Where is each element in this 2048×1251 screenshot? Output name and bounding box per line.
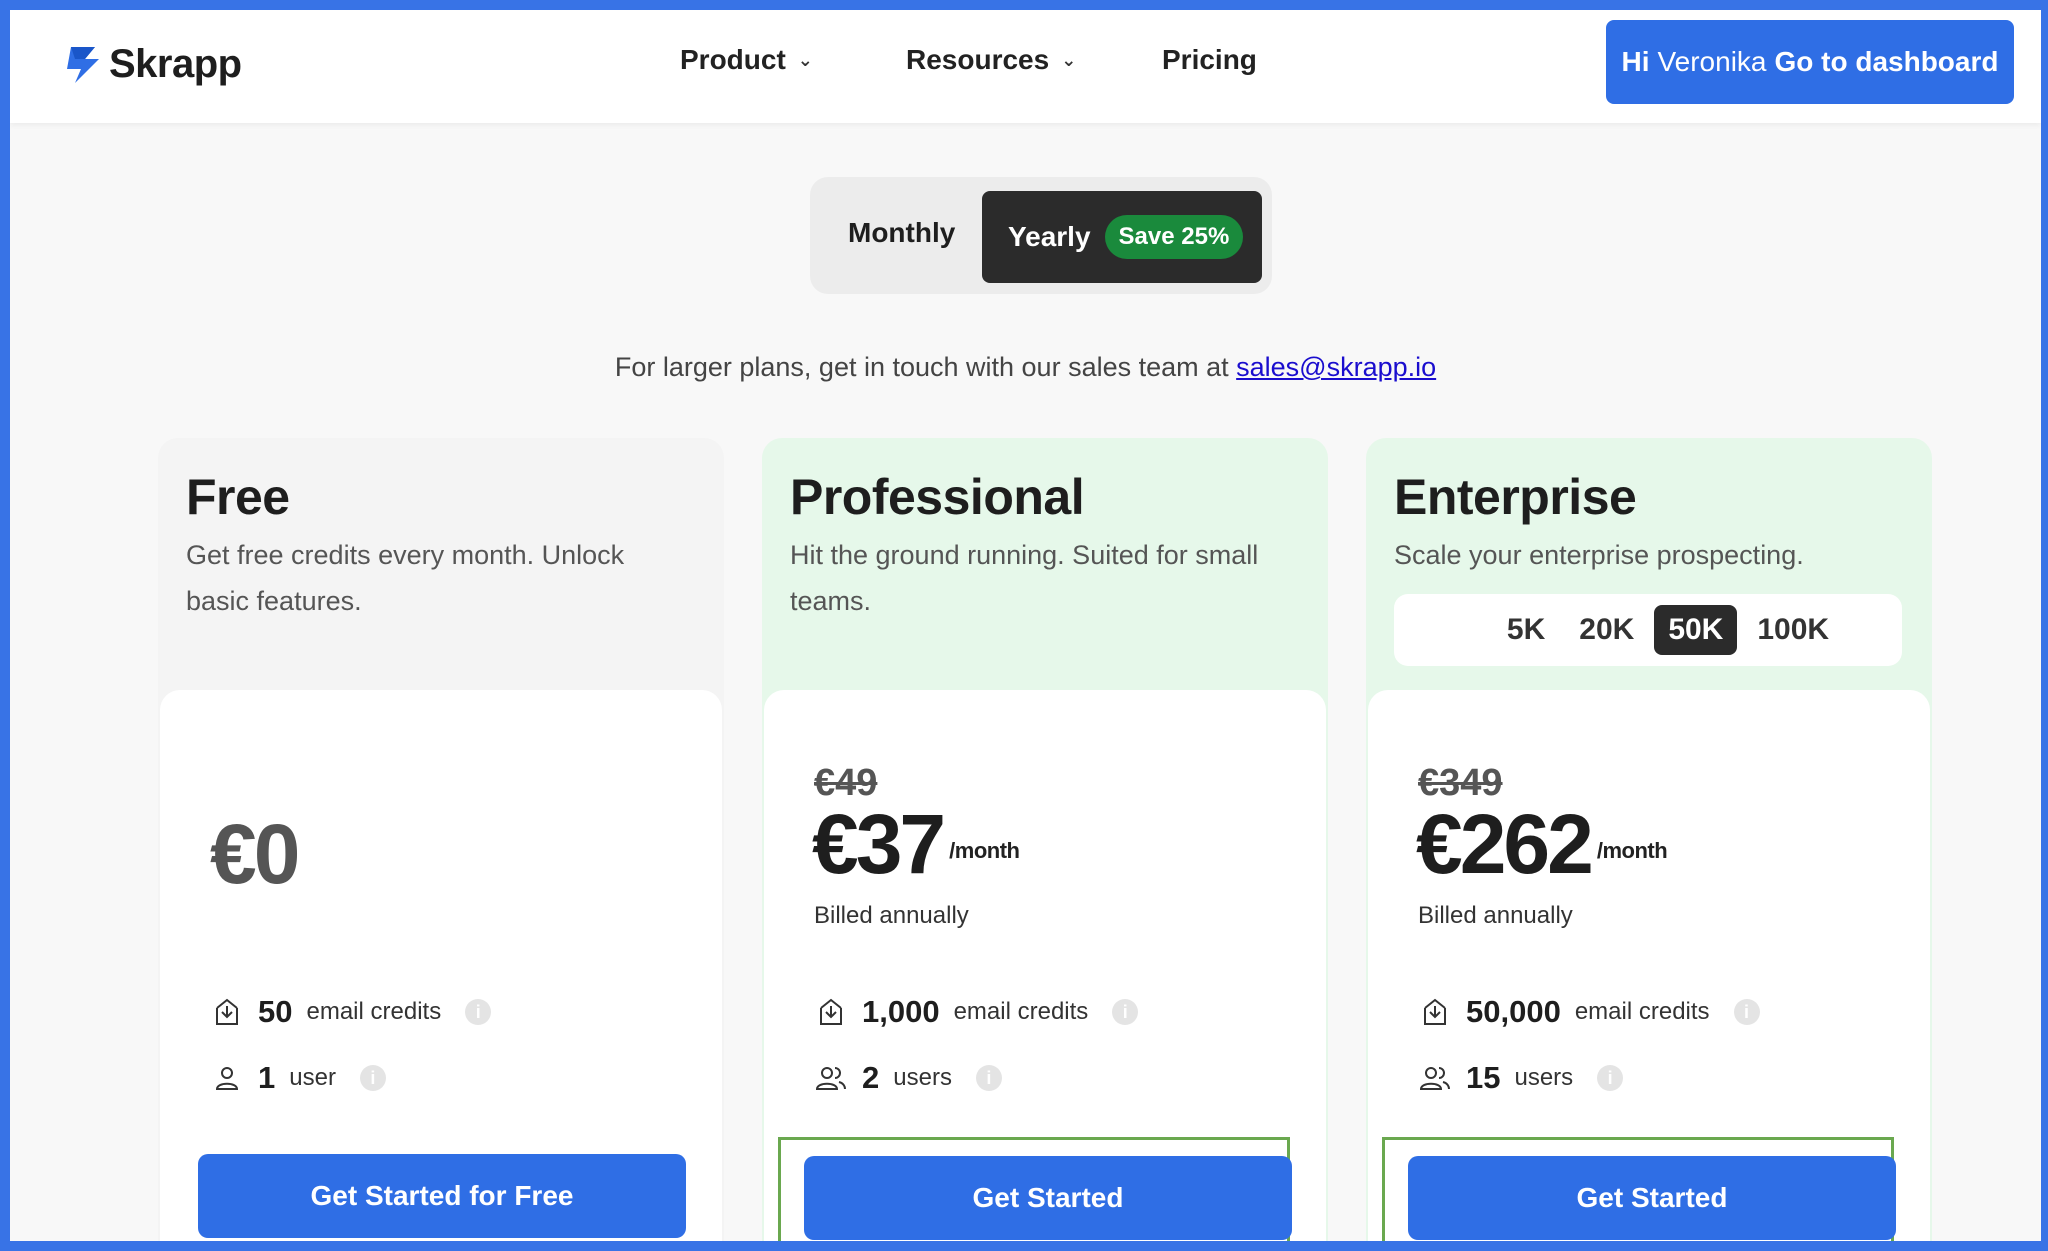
feature-users: 2 users i [814,1060,1002,1096]
skrapp-logo-icon [67,46,99,83]
credits-label: email credits [1574,998,1710,1025]
plan-card-enterprise: Enterprise Scale your enterprise prospec… [1366,438,1932,1241]
users-count: 1 [258,1060,276,1095]
go-to-dashboard-button[interactable]: Hi Veronika Go to dashboard [1606,20,2014,104]
feature-users: 15 users i [1418,1060,1624,1096]
credits-count: 1,000 [862,994,940,1029]
plan-description: Hit the ground running. Suited for small… [790,540,1259,616]
chevron-down-icon: ⌄ [797,49,813,70]
volume-option-50k[interactable]: 50K [1654,605,1738,655]
plan-details-panel: €0 50 email credits i 1 user i Get Start… [160,690,722,1241]
credits-count: 50 [258,994,293,1029]
toggle-monthly[interactable]: Monthly [848,217,955,249]
plan-price: €0 [210,807,300,901]
plan-details-panel: €349 €262 /month Billed annually 50,000 … [1368,690,1930,1241]
download-inbox-icon [210,995,244,1029]
plan-title: Enterprise [1394,469,1637,525]
sales-note-text: For larger plans, get in touch with our … [614,352,1237,382]
users-group-icon [814,1061,848,1095]
credit-volume-selector: 5K 20K 50K 100K [1394,594,1902,666]
sales-contact-note: For larger plans, get in touch with our … [10,352,2041,383]
users-group-icon [1418,1061,1452,1095]
users-label: user [289,1064,336,1091]
info-icon[interactable]: i [359,1065,386,1091]
feature-email-credits: 50 email credits i [210,994,492,1030]
plan-title: Free [186,469,290,525]
sales-email-link[interactable]: sales@skrapp.io [1236,352,1436,382]
toggle-yearly-label: Yearly [1008,221,1091,252]
feature-email-credits: 50,000 email credits i [1418,994,1760,1030]
plan-price: €262 [1416,797,1594,891]
get-started-professional-button[interactable]: Get Started [804,1156,1292,1240]
price-row: €262 /month [1416,797,1668,891]
volume-option-20k[interactable]: 20K [1565,605,1648,655]
plan-details-panel: €49 €37 /month Billed annually 1,000 ema… [764,690,1326,1241]
user-name: Veronika [1657,46,1767,77]
info-icon[interactable]: i [1112,999,1139,1025]
page-frame: Skrapp Product ⌄ Resources ⌄ Pricing Hi … [0,0,2048,1251]
billing-period-toggle: Monthly Yearly Save 25% [810,177,1272,294]
users-label: users [893,1064,952,1091]
plan-description: Scale your enterprise prospecting. [1394,540,1804,570]
save-badge: Save 25% [1104,215,1244,259]
billing-note: Billed annually [814,902,969,929]
nav-product[interactable]: Product ⌄ [680,44,813,76]
info-icon[interactable]: i [975,1065,1002,1091]
feature-users: 1 user i [210,1060,386,1096]
get-started-enterprise-button[interactable]: Get Started [1408,1156,1896,1240]
volume-option-5k[interactable]: 5K [1493,605,1559,655]
users-label: users [1514,1064,1574,1091]
plan-card-professional: Professional Hit the ground running. Sui… [762,438,1328,1241]
top-navbar: Skrapp Product ⌄ Resources ⌄ Pricing Hi … [10,10,2041,123]
user-icon [210,1061,244,1095]
nav-resources-label: Resources [906,44,1050,75]
credits-label: email credits [306,998,442,1025]
plan-description: Get free credits every month. Unlock bas… [186,540,625,616]
info-icon[interactable]: i [1733,999,1760,1025]
info-icon[interactable]: i [465,999,492,1025]
volume-option-100k[interactable]: 100K [1743,605,1843,655]
download-inbox-icon [814,995,848,1029]
price-period: /month [949,838,1020,863]
users-count: 2 [862,1060,880,1095]
nav-product-label: Product [680,44,786,75]
brand-name: Skrapp [109,42,242,86]
users-count: 15 [1466,1060,1501,1095]
feature-email-credits: 1,000 email credits i [814,994,1139,1030]
credits-label: email credits [953,998,1089,1025]
download-inbox-icon [1418,995,1452,1029]
greeting-hi: Hi [1621,46,1650,77]
chevron-down-icon: ⌄ [1061,49,1077,70]
info-icon[interactable]: i [1597,1065,1624,1091]
plan-card-free: Free Get free credits every month. Unloc… [158,438,724,1241]
get-started-free-button[interactable]: Get Started for Free [198,1154,686,1238]
dashboard-action-label: Go to dashboard [1774,46,1999,77]
price-row: €37 /month [812,797,1020,891]
nav-pricing[interactable]: Pricing [1162,44,1257,76]
credits-count: 50,000 [1466,994,1561,1029]
price-period: /month [1596,838,1668,863]
plan-title: Professional [790,469,1085,525]
nav-pricing-label: Pricing [1162,44,1257,75]
toggle-yearly[interactable]: Yearly Save 25% [982,191,1262,283]
brand-logo[interactable]: Skrapp [65,42,242,87]
plan-price: €37 [812,797,946,891]
nav-resources[interactable]: Resources ⌄ [906,44,1076,76]
billing-note: Billed annually [1418,902,1573,929]
